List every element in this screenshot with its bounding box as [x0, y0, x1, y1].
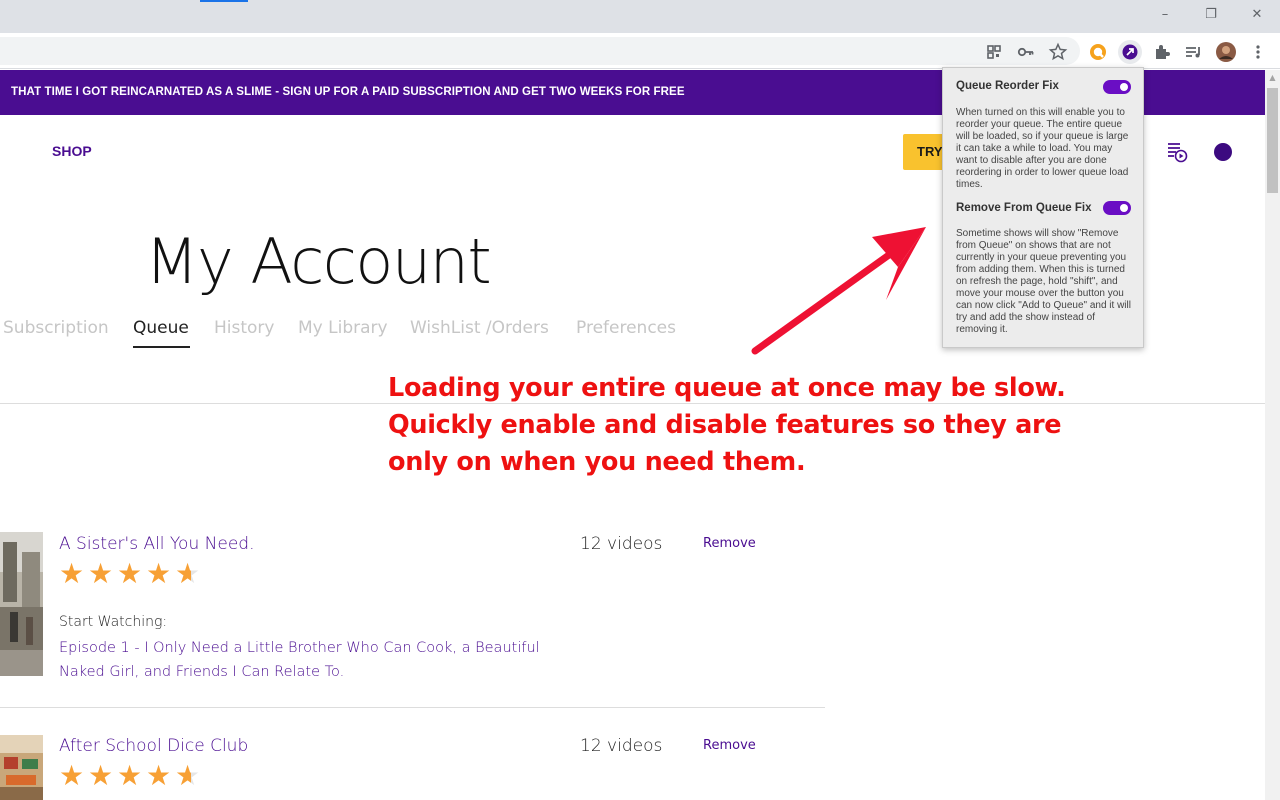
profile-avatar[interactable]: [1214, 40, 1238, 64]
qr-code-icon[interactable]: [982, 40, 1006, 64]
half-star-icon: ★: [175, 560, 204, 588]
key-icon[interactable]: [1014, 40, 1038, 64]
annotation-line: Loading your entire queue at once may be…: [388, 373, 1066, 403]
extensions-icon[interactable]: [1150, 40, 1174, 64]
queue-icon[interactable]: [1166, 141, 1188, 163]
reorder-fix-label: Queue Reorder Fix: [956, 80, 1059, 92]
toggle-knob: [1120, 204, 1128, 212]
divider: [0, 707, 825, 708]
reorder-fix-toggle[interactable]: [1103, 80, 1131, 94]
extension-popup: Queue Reorder Fix When turned on this wi…: [942, 67, 1144, 348]
media-queue-icon[interactable]: [1182, 40, 1206, 64]
episode-link[interactable]: Episode 1 - I Only Need a Little Brother…: [59, 636, 549, 684]
star-icon: ★: [146, 557, 172, 590]
show-thumbnail[interactable]: [0, 532, 43, 676]
quick-ext-icon[interactable]: [1086, 40, 1110, 64]
annotation-line: Quickly enable and disable features so t…: [388, 410, 1062, 440]
browser-titlebar: – ❐ ✕: [0, 0, 1280, 33]
minimize-icon[interactable]: –: [1150, 4, 1180, 26]
star-icon: ★: [59, 557, 85, 590]
star-icon: ★: [146, 759, 172, 792]
video-count: 12 videos: [580, 534, 663, 554]
show-title[interactable]: A Sister's All You Need.: [59, 534, 254, 554]
scroll-up-icon[interactable]: ▲: [1265, 70, 1280, 86]
star-icon: ★: [117, 557, 143, 590]
star-rating: ★ ★ ★ ★ ★: [59, 557, 204, 590]
user-avatar[interactable]: [1214, 143, 1232, 161]
menu-icon[interactable]: [1246, 40, 1270, 64]
active-tab-indicator: [200, 0, 248, 2]
remove-fix-toggle[interactable]: [1103, 201, 1131, 215]
tab-history[interactable]: History: [214, 318, 274, 338]
star-icon: ★: [88, 759, 114, 792]
restore-icon[interactable]: ❐: [1196, 4, 1226, 26]
tab-wishlist-orders[interactable]: WishList /Orders: [410, 318, 549, 338]
star-rating: ★ ★ ★ ★ ★: [59, 759, 204, 792]
half-star-icon: ★: [175, 762, 204, 790]
annotation-line: only on when you need them.: [388, 447, 806, 477]
annotation-arrow-icon: [751, 227, 926, 355]
annotation-callout: Loading your entire queue at once may be…: [388, 370, 1088, 481]
star-icon: ★: [59, 759, 85, 792]
remove-button[interactable]: Remove: [703, 738, 756, 753]
page-title: My Account: [145, 225, 492, 298]
toggle-knob: [1120, 83, 1128, 91]
close-icon[interactable]: ✕: [1242, 4, 1272, 26]
shop-link[interactable]: SHOP: [52, 143, 92, 159]
tab-subscription[interactable]: Subscription: [3, 318, 109, 338]
reorder-fix-description: When turned on this will enable you to r…: [956, 107, 1129, 190]
remove-button[interactable]: Remove: [703, 536, 756, 551]
tab-my-library[interactable]: My Library: [298, 318, 388, 338]
start-watching-label: Start Watching:: [59, 614, 168, 630]
tab-queue[interactable]: Queue: [133, 318, 189, 338]
tab-preferences[interactable]: Preferences: [576, 318, 676, 338]
active-tab-underline: [133, 346, 190, 348]
show-thumbnail[interactable]: [0, 735, 43, 800]
video-count: 12 videos: [580, 736, 663, 756]
address-bar[interactable]: [0, 37, 1080, 65]
queue-ext-icon[interactable]: [1118, 40, 1142, 64]
remove-fix-label: Remove From Queue Fix: [956, 202, 1092, 214]
star-icon: ★: [117, 759, 143, 792]
remove-fix-description: Sometime shows will show "Remove from Qu…: [956, 228, 1131, 335]
scrollbar-thumb[interactable]: [1267, 88, 1278, 193]
show-title[interactable]: After School Dice Club: [59, 736, 248, 756]
star-icon: ★: [88, 557, 114, 590]
screen: – ❐ ✕ THAT TIME I GOT REINCARNATED AS A …: [0, 0, 1280, 800]
star-icon[interactable]: [1046, 40, 1070, 64]
